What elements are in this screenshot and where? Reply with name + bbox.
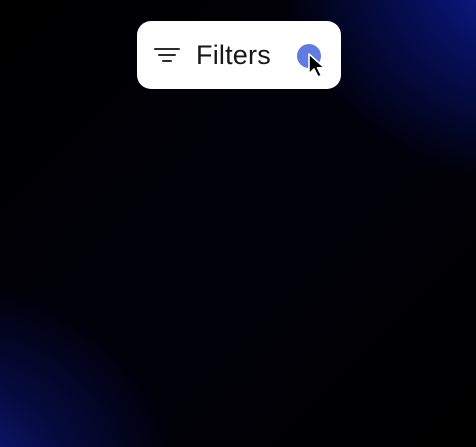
- mouse-cursor-icon: [308, 53, 326, 78]
- filter-lines-icon: [154, 46, 180, 64]
- filters-label: Filters: [196, 39, 271, 70]
